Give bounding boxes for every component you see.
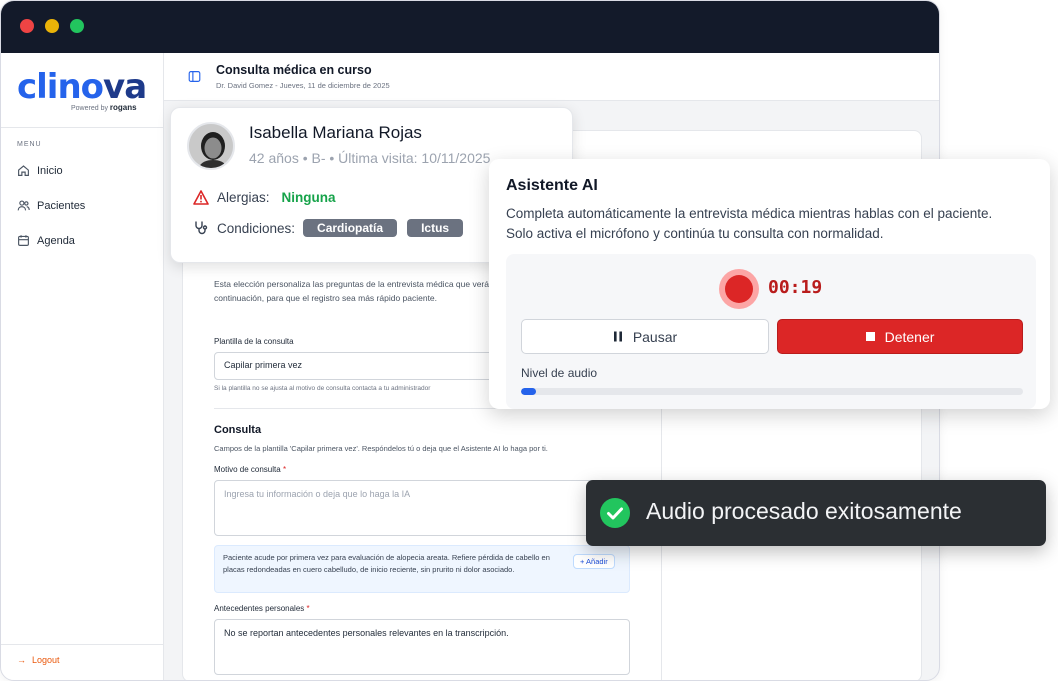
patient-avatar [187, 122, 235, 170]
sidebar-item-label: Pacientes [37, 199, 86, 212]
logout-divider [1, 644, 164, 645]
conditions-row: Condiciones: Cardiopatía Ictus [193, 219, 464, 237]
ai-suggestion-box: Paciente acude por primera vez para eval… [214, 545, 630, 593]
antecedentes-value: No se reportan antecedentes personales r… [224, 628, 509, 638]
users-icon [17, 200, 30, 211]
powered-by: Powered by rogans [71, 103, 137, 112]
patient-name: Isabella Mariana Rojas [249, 123, 422, 142]
allergies-label: Alergias: [217, 190, 270, 205]
page-title: Consulta médica en curso [216, 63, 372, 77]
toast-message: Audio procesado exitosamente [646, 498, 962, 524]
recording-indicator [719, 269, 759, 309]
page-header: Consulta médica en curso Dr. David Gomez… [164, 53, 939, 101]
sidebar-divider [1, 127, 164, 128]
maximize-window-button[interactable] [70, 19, 84, 33]
stop-button[interactable]: Detener [777, 319, 1023, 354]
recording-timer: 00:19 [768, 277, 823, 298]
condition-badge: Ictus [407, 219, 464, 237]
antecedentes-textarea[interactable]: No se reportan antecedentes personales r… [214, 619, 630, 675]
warning-icon [193, 190, 209, 205]
consulta-description: Campos de la plantilla 'Capilar primera … [214, 444, 548, 453]
pause-label: Pausar [632, 328, 678, 345]
record-dot-icon [725, 275, 753, 303]
success-toast: Audio procesado exitosamente [586, 480, 1046, 546]
ai-suggestion-text: Paciente acude por primera vez para eval… [223, 553, 550, 574]
stop-icon [865, 332, 875, 341]
template-select-value: Capilar primera vez [224, 360, 303, 370]
antecedentes-label: Antecedentes personales * [214, 604, 310, 613]
pause-button[interactable]: Pausar [521, 319, 769, 354]
sidebar-item-label: Inicio [37, 164, 63, 177]
sidebar-item-pacientes[interactable]: Pacientes [17, 199, 85, 212]
ai-assistant-title: Asistente AI [506, 177, 598, 194]
audio-level-meter [521, 388, 1023, 395]
motivo-placeholder: Ingresa tu información o deja que lo hag… [224, 489, 411, 499]
patient-photo-icon [189, 124, 233, 168]
sidebar-toggle-icon[interactable] [188, 70, 201, 83]
home-icon [18, 165, 29, 176]
logout-button[interactable]: → Logout [17, 655, 60, 665]
condition-badge: Cardiopatía [303, 219, 398, 237]
brand-logo: clinova [17, 67, 147, 107]
sidebar-item-inicio[interactable]: Inicio [17, 164, 63, 177]
audio-level-fill [521, 388, 537, 395]
allergies-value: Ninguna [281, 190, 336, 205]
ai-assistant-description: Completa automáticamente la entrevista m… [506, 206, 993, 241]
patient-meta: 42 años • B- • Última visita: 10/11/2025 [249, 150, 491, 166]
motivo-textarea[interactable]: Ingresa tu información o deja que lo hag… [214, 480, 630, 536]
ai-assistant-card: Asistente AI Completa automáticamente la… [489, 159, 1050, 409]
audio-level-label: Nivel de audio [521, 366, 598, 380]
menu-label: MENU [17, 141, 42, 148]
consulta-heading: Consulta [214, 424, 262, 436]
check-circle-icon [600, 498, 630, 528]
allergies-row: Alergias: Ninguna [193, 190, 336, 205]
sidebar: clinova Powered by rogans MENU Inicio Pa… [1, 53, 164, 680]
conditions-label: Condiciones: [217, 220, 296, 236]
arrow-right-icon: → [17, 655, 26, 665]
sidebar-item-agenda[interactable]: Agenda [17, 234, 75, 247]
logout-label: Logout [32, 655, 60, 665]
sidebar-item-label: Agenda [37, 234, 75, 247]
calendar-icon [18, 235, 29, 246]
template-intro: Esta elección personaliza las preguntas … [214, 279, 501, 303]
add-suggestion-button[interactable]: + Añadir [573, 554, 615, 569]
template-label: Plantilla de la consulta [214, 337, 294, 346]
stop-label: Detener [884, 328, 935, 345]
title-bar [1, 1, 939, 53]
recording-panel: 00:19 Pausar Detener Nivel de audio [506, 254, 1036, 409]
motivo-label: Motivo de consulta * [214, 465, 287, 474]
stethoscope-icon [195, 221, 208, 235]
page-subtitle: Dr. David Gomez - Jueves, 11 de diciembr… [216, 81, 390, 90]
pause-icon [613, 331, 622, 342]
template-hint: Si la plantilla no se ajusta al motivo d… [214, 385, 431, 392]
minimize-window-button[interactable] [45, 19, 59, 33]
close-window-button[interactable] [20, 19, 34, 33]
